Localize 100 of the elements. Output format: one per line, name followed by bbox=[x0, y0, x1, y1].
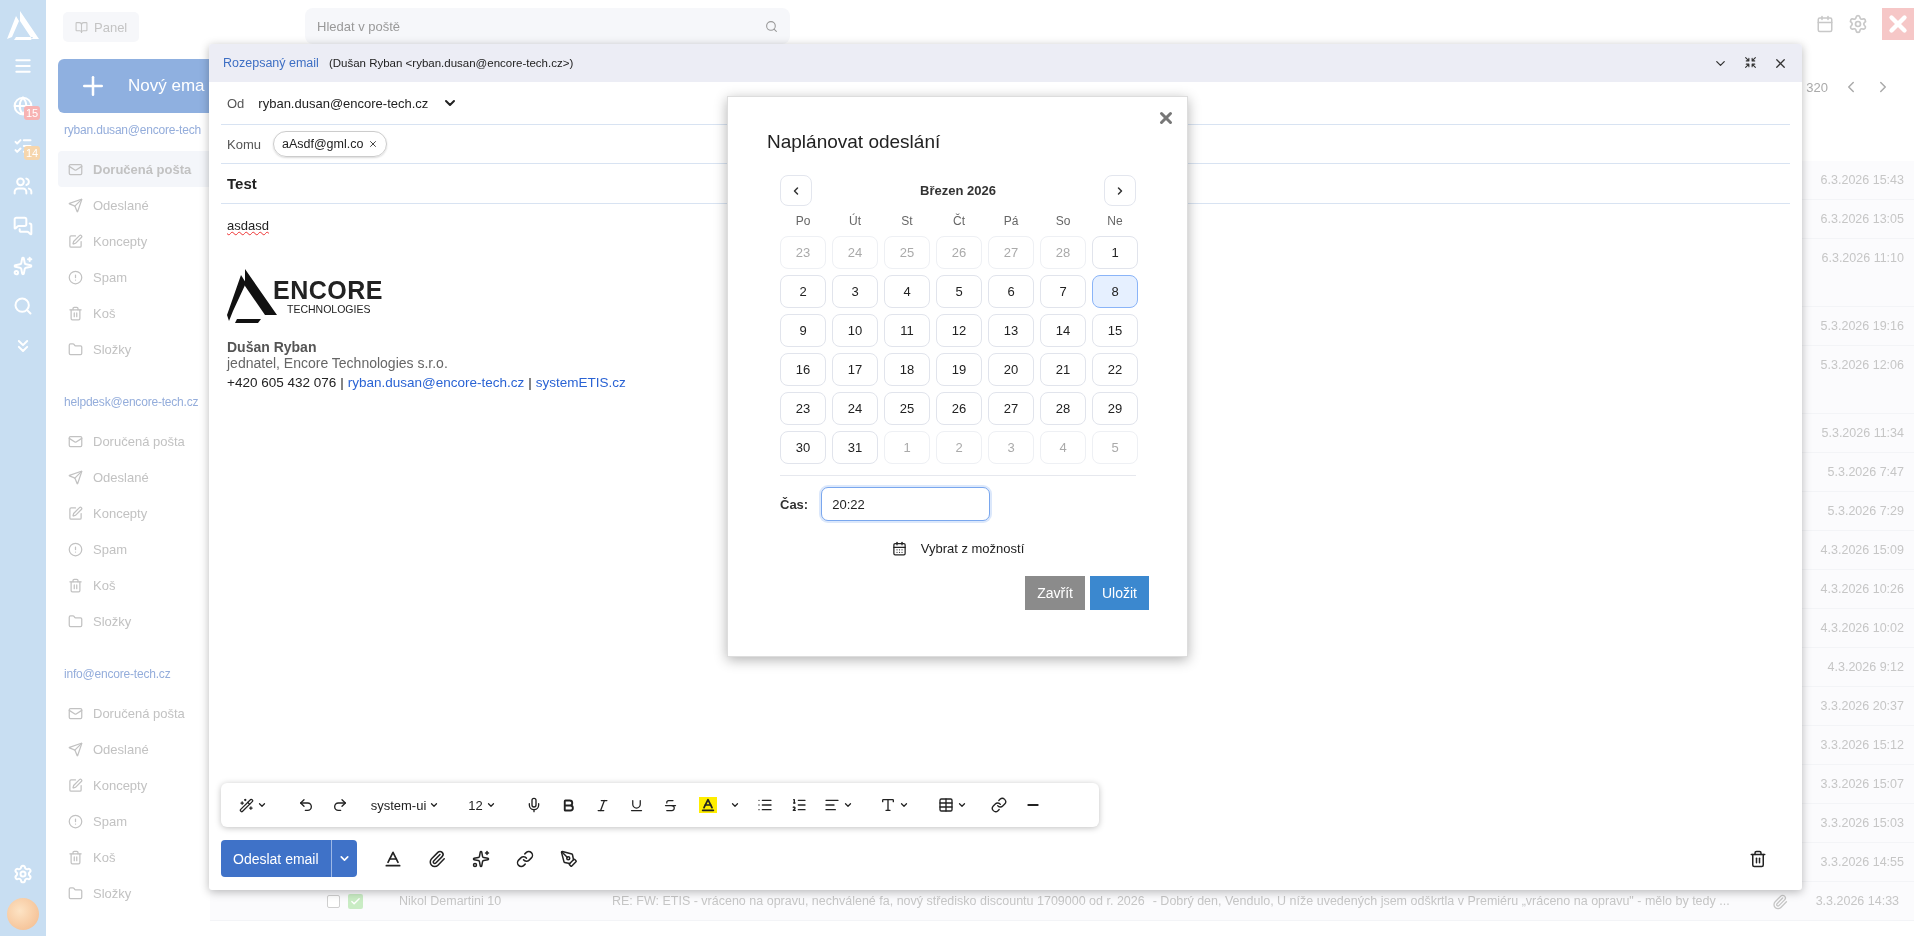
day-button[interactable]: 16 bbox=[780, 353, 826, 386]
font-size-select[interactable]: 12 bbox=[468, 797, 483, 813]
caret-icon[interactable] bbox=[898, 800, 909, 810]
text-style-icon[interactable] bbox=[879, 797, 896, 813]
numbered-list-icon[interactable] bbox=[791, 797, 807, 813]
day-button[interactable]: 1 bbox=[1092, 236, 1138, 269]
pencil-square-icon bbox=[68, 777, 83, 793]
remove-icon[interactable] bbox=[368, 139, 379, 149]
link-icon[interactable] bbox=[991, 797, 1007, 813]
day-button[interactable]: 30 bbox=[780, 431, 826, 464]
envelope-icon bbox=[68, 705, 83, 721]
sender-info: (Dušan Ryban <ryban.dusan@encore-tech.cz>) bbox=[328, 57, 574, 69]
dialog-title: Naplánovat odeslání bbox=[767, 131, 942, 153]
link-icon[interactable] bbox=[515, 849, 534, 868]
email-link[interactable]: ryban.dusan@encore-tech.cz bbox=[347, 375, 525, 390]
microphone-icon[interactable] bbox=[526, 797, 542, 813]
day-button[interactable]: 20 bbox=[988, 353, 1034, 386]
caret-icon[interactable] bbox=[842, 800, 853, 810]
search-icon bbox=[765, 19, 778, 33]
check-icon bbox=[348, 894, 363, 909]
separator: | bbox=[340, 375, 344, 390]
day-button[interactable]: 15 bbox=[1092, 314, 1138, 347]
exclamation-circle-icon bbox=[68, 813, 83, 829]
caret-icon[interactable] bbox=[730, 800, 740, 810]
caret-icon[interactable] bbox=[257, 800, 267, 810]
day-button[interactable]: 27 bbox=[988, 392, 1034, 425]
day-button[interactable]: 11 bbox=[884, 314, 930, 347]
day-button[interactable]: 25 bbox=[884, 392, 930, 425]
message-count: 320 bbox=[1806, 79, 1828, 95]
day-button[interactable]: 6 bbox=[988, 275, 1034, 308]
day-button[interactable]: 3 bbox=[832, 275, 878, 308]
strikethrough-icon[interactable] bbox=[662, 797, 678, 813]
day-button[interactable]: 14 bbox=[1040, 314, 1086, 347]
sparkles-icon[interactable] bbox=[471, 849, 490, 868]
caret-icon[interactable] bbox=[956, 800, 967, 810]
month-label: Březen 2026 bbox=[920, 183, 996, 198]
envelope-icon bbox=[68, 433, 83, 449]
day-button[interactable]: 19 bbox=[936, 353, 982, 386]
time-input[interactable]: 20:22 bbox=[821, 487, 991, 521]
separator: | bbox=[528, 375, 532, 390]
weekday-label: Pá bbox=[1002, 213, 1020, 230]
website-link[interactable]: systemETIS.cz bbox=[535, 375, 626, 390]
day-button[interactable]: 12 bbox=[936, 314, 982, 347]
day-button[interactable]: 13 bbox=[988, 314, 1034, 347]
magic-wand-icon[interactable] bbox=[239, 797, 254, 813]
day-button[interactable]: 28 bbox=[1040, 392, 1086, 425]
logo-wordmark: ENCORE bbox=[273, 277, 383, 303]
exclamation-circle-icon bbox=[68, 269, 83, 285]
align-left-icon[interactable] bbox=[823, 797, 840, 813]
day-button[interactable]: 10 bbox=[832, 314, 878, 347]
trash-icon[interactable] bbox=[1749, 849, 1767, 868]
caret-icon[interactable] bbox=[485, 800, 496, 810]
day-button[interactable]: 22 bbox=[1092, 353, 1138, 386]
day-button[interactable]: 18 bbox=[884, 353, 930, 386]
paper-plane-icon bbox=[68, 469, 83, 485]
underline-icon[interactable] bbox=[628, 797, 644, 813]
folder-icon bbox=[68, 885, 83, 901]
highlight-color-icon[interactable] bbox=[699, 797, 717, 813]
shrink-icon[interactable] bbox=[1744, 55, 1757, 69]
day-button[interactable]: 8 bbox=[1092, 275, 1138, 308]
day-button[interactable]: 2 bbox=[780, 275, 826, 308]
paper-plane-icon bbox=[68, 197, 83, 213]
bullet-list-icon[interactable] bbox=[757, 797, 773, 813]
font-select[interactable]: system-ui bbox=[370, 797, 427, 813]
day-button[interactable]: 23 bbox=[780, 392, 826, 425]
send-button[interactable]: Odeslat email bbox=[221, 840, 331, 877]
field-label: Od bbox=[227, 95, 245, 111]
save-button[interactable]: Uložit bbox=[1090, 576, 1149, 610]
day-button[interactable]: 4 bbox=[884, 275, 930, 308]
day-button[interactable]: 7 bbox=[1040, 275, 1086, 308]
account-address: ryban.dusan@encore-tech bbox=[64, 123, 202, 139]
choose-from-options-link[interactable]: Vybrat z možností bbox=[891, 541, 1025, 556]
sender-select[interactable]: ryban.dusan@encore-tech.cz bbox=[258, 95, 429, 111]
day-button[interactable]: 24 bbox=[832, 392, 878, 425]
paperclip-icon[interactable] bbox=[427, 849, 446, 868]
account-address: info@encore-tech.cz bbox=[64, 667, 172, 683]
day-button[interactable]: 17 bbox=[832, 353, 878, 386]
day-button[interactable]: 31 bbox=[832, 431, 878, 464]
undo-icon[interactable] bbox=[298, 797, 314, 813]
count-badge: 14 bbox=[24, 146, 41, 160]
caret-icon[interactable] bbox=[429, 800, 440, 810]
weekday-label: Po bbox=[794, 213, 812, 230]
checkbox[interactable] bbox=[327, 895, 340, 908]
day-button[interactable]: 21 bbox=[1040, 353, 1086, 386]
weekday-label: Čt bbox=[952, 212, 966, 230]
signature-name: Dušan Ryban bbox=[227, 339, 317, 355]
day-button[interactable]: 5 bbox=[936, 275, 982, 308]
table-icon[interactable] bbox=[937, 797, 954, 813]
redo-icon[interactable] bbox=[332, 797, 348, 813]
pen-nib-icon[interactable] bbox=[559, 849, 578, 868]
day-button[interactable]: 26 bbox=[936, 392, 982, 425]
trash-icon bbox=[68, 577, 83, 593]
weekday-label: St bbox=[900, 213, 914, 230]
day-button[interactable]: 9 bbox=[780, 314, 826, 347]
book-icon bbox=[75, 20, 88, 34]
italic-icon[interactable] bbox=[594, 797, 610, 813]
subject-field[interactable]: Test bbox=[227, 175, 257, 192]
day-button[interactable]: 29 bbox=[1092, 392, 1138, 425]
window-title: Rozepsaný email bbox=[223, 56, 319, 70]
logo-subtitle: TECHNOLOGIES bbox=[287, 303, 372, 315]
